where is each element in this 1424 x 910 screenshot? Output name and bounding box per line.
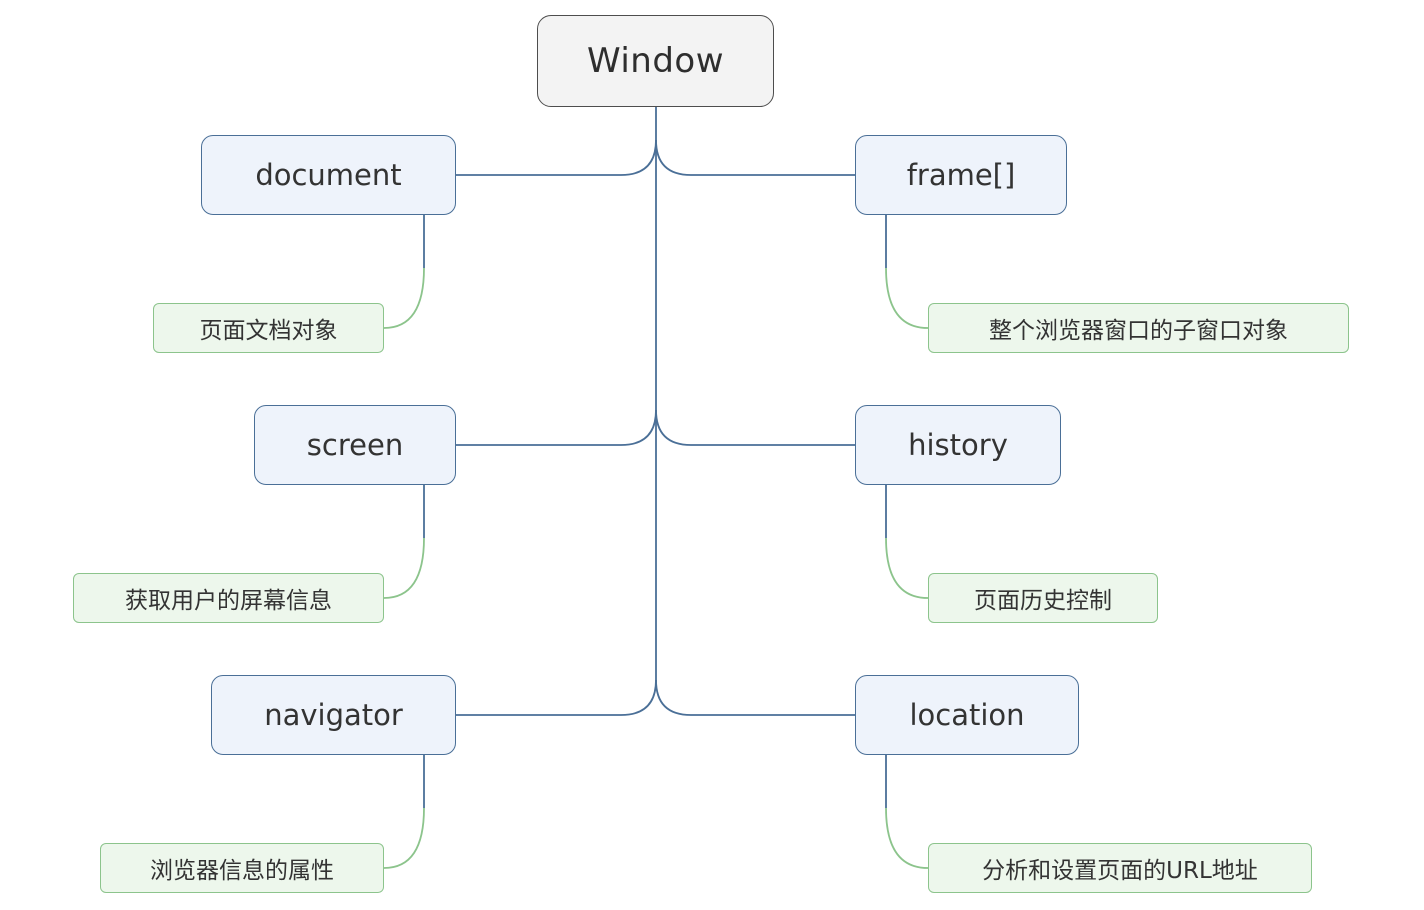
- desc-curve-location: [885, 807, 929, 869]
- navigator-desc-label: 浏览器信息的属性: [150, 858, 334, 884]
- screen-desc-node: 获取用户的屏幕信息: [73, 573, 384, 623]
- screen-node-label: screen: [306, 428, 404, 462]
- location-desc-node: 分析和设置页面的URL地址: [928, 843, 1312, 893]
- history-node: history: [855, 405, 1061, 485]
- frame-node-label: frame[]: [906, 158, 1016, 192]
- history-desc-label: 页面历史控制: [974, 588, 1112, 614]
- branch-line-frame: [655, 139, 855, 176]
- navigator-node-label: navigator: [264, 698, 403, 732]
- history-desc-node: 页面历史控制: [928, 573, 1158, 623]
- screen-desc-label: 获取用户的屏幕信息: [125, 588, 332, 614]
- navigator-desc-node: 浏览器信息的属性: [100, 843, 384, 893]
- window-object-diagram: Window document 页面文档对象 screen 获取用户的屏幕信息 …: [0, 0, 1424, 910]
- branch-line-document: [456, 139, 657, 176]
- location-desc-label: 分析和设置页面的URL地址: [982, 858, 1258, 884]
- desc-curve-document: [383, 267, 425, 329]
- screen-node: screen: [254, 405, 456, 485]
- desc-curve-screen: [383, 537, 425, 599]
- navigator-node: navigator: [211, 675, 456, 755]
- location-node-label: location: [909, 698, 1025, 732]
- history-node-label: history: [908, 428, 1008, 462]
- branch-line-screen: [456, 409, 657, 446]
- desc-curve-history: [885, 537, 929, 599]
- frame-node: frame[]: [855, 135, 1067, 215]
- document-node: document: [201, 135, 456, 215]
- window-node: Window: [537, 15, 774, 107]
- document-desc-label: 页面文档对象: [199, 318, 338, 344]
- location-node: location: [855, 675, 1079, 755]
- frame-desc-node: 整个浏览器窗口的子窗口对象: [928, 303, 1349, 353]
- document-desc-node: 页面文档对象: [153, 303, 384, 353]
- desc-curve-frame: [885, 267, 929, 329]
- branch-line-location: [655, 679, 855, 716]
- window-node-label: Window: [586, 41, 725, 81]
- desc-curve-navigator: [383, 807, 425, 869]
- document-node-label: document: [255, 158, 402, 192]
- frame-desc-label: 整个浏览器窗口的子窗口对象: [989, 318, 1288, 344]
- branch-line-navigator: [456, 679, 657, 716]
- branch-line-history: [655, 409, 855, 446]
